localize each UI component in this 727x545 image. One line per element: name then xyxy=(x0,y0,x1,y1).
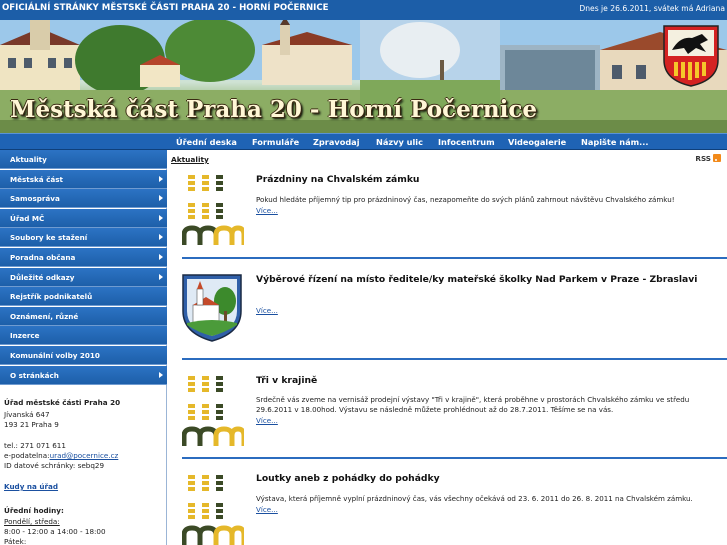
article-text: Výstava, která příjemně vyplní prázdnino… xyxy=(256,494,693,503)
sidebar-item-poradna[interactable]: Poradna občana xyxy=(0,248,167,267)
office-phone: tel.: 271 071 611 xyxy=(4,441,66,450)
sidebar-item-inzerce[interactable]: Inzerce xyxy=(0,326,167,346)
sidebar-item-soubory[interactable]: Soubory ke stažení xyxy=(0,228,167,248)
sidebar-item-label: Oznámení, různé xyxy=(10,311,79,321)
article-title[interactable]: Výběrové řízení na místo ředitele/ky mat… xyxy=(256,274,697,285)
sidebar-item-samosprava[interactable]: Samospráva xyxy=(0,189,167,209)
email-label: e-podatelna: xyxy=(4,451,50,460)
sidebar-item-label: Důležité odkazy xyxy=(10,272,75,282)
chvalsky-zamek-logo-icon xyxy=(182,475,244,545)
sidebar-item-label: Poradna občana xyxy=(10,253,76,262)
chevron-right-icon xyxy=(159,214,163,221)
chevron-right-icon xyxy=(159,371,163,378)
rss-icon xyxy=(713,154,721,162)
rss-label: RSS xyxy=(695,154,711,163)
data-box-id: ID datové schránky: sebq29 xyxy=(4,461,105,470)
article-title[interactable]: Tři v krajině xyxy=(256,375,317,386)
sidebar-item-label: Úřad MČ xyxy=(10,213,45,223)
chevron-right-icon xyxy=(159,273,163,280)
more-link[interactable]: Více... xyxy=(256,306,278,315)
date-line: Dnes je 26.6.2011, svátek má Adriana xyxy=(579,4,725,13)
article-text: Srdečně vás zveme na vernisáž prodejní v… xyxy=(256,395,690,414)
nav-infocentrum[interactable]: Infocentrum xyxy=(438,137,495,147)
banner-title: Městská část Praha 20 - Horní Počernice xyxy=(10,96,537,123)
nav-formulare[interactable]: Formuláře xyxy=(252,137,299,147)
office-name: Úřad městské části Praha 20 xyxy=(4,398,121,407)
chevron-right-icon xyxy=(159,234,163,241)
nav-videogalerie[interactable]: Videogalerie xyxy=(508,137,566,147)
city-coat-of-arms-icon xyxy=(663,25,719,87)
sidebar-item-aktuality[interactable]: Aktuality xyxy=(0,150,167,169)
directions-link[interactable]: Kudy na úřad xyxy=(4,482,58,491)
main-content: Aktuality RSS Prázdniny na Chvalském zám… xyxy=(168,150,727,545)
chevron-right-icon xyxy=(159,254,163,260)
article-divider xyxy=(182,457,727,459)
sidebar-item-rejstrik[interactable]: Rejstřík podnikatelů xyxy=(0,287,167,307)
article-title[interactable]: Loutky aneb z pohádky do pohádky xyxy=(256,473,440,484)
sidebar-item-label: Soubory ke stažení xyxy=(10,233,88,243)
header-banner: Městská část Praha 20 - Horní Počernice xyxy=(0,20,727,133)
sidebar-item-label: Samospráva xyxy=(10,194,60,204)
sidebar-item-label: O stránkách xyxy=(10,370,59,380)
sidebar-item-mestska-cast[interactable]: Městská část xyxy=(0,169,167,189)
article-divider xyxy=(182,257,727,259)
article-divider xyxy=(182,358,727,360)
sidebar-item-urad-mc[interactable]: Úřad MČ xyxy=(0,208,167,228)
coat-of-arms-icon xyxy=(182,274,242,342)
email-link[interactable]: urad@pocernice.cz xyxy=(50,451,119,460)
sidebar-item-label: Městská část xyxy=(10,174,63,184)
more-link[interactable]: Více... xyxy=(256,505,278,514)
sidebar-item-odkazy[interactable]: Důležité odkazy xyxy=(0,267,167,287)
office-street: Jívanská 647 xyxy=(4,410,50,419)
sidebar-item-oznameni[interactable]: Oznámení, různé xyxy=(0,306,167,326)
sidebar-item-label: Aktuality xyxy=(10,155,47,164)
article-text: Pokud hledáte příjemný tip pro prázdnino… xyxy=(256,195,675,204)
chevron-right-icon xyxy=(159,175,163,182)
site-title: OFICIÁLNÍ STRÁNKY MĚSTSKÉ ČÁSTI PRAHA 20… xyxy=(2,3,329,13)
more-link[interactable]: Více... xyxy=(256,416,278,425)
main-nav: Úřední deska Formuláře Zpravodaj Názvy u… xyxy=(0,133,727,150)
office-hours-title: Úřední hodiny: xyxy=(4,506,64,515)
sidebar-item-label: Komunální volby 2010 xyxy=(10,351,100,360)
office-email-row: e-podatelna:urad@pocernice.cz xyxy=(4,451,118,461)
directions-row: Kudy na úřad xyxy=(4,482,58,492)
chvalsky-zamek-logo-icon xyxy=(182,175,244,245)
top-bar: OFICIÁLNÍ STRÁNKY MĚSTSKÉ ČÁSTI PRAHA 20… xyxy=(0,0,727,20)
sidebar-item-label: Rejstřík podnikatelů xyxy=(10,292,93,302)
sidebar-item-volby[interactable]: Komunální volby 2010 xyxy=(0,346,167,365)
rss-link[interactable]: RSS xyxy=(695,154,721,163)
sidebar-item-label: Inzerce xyxy=(10,331,40,341)
office-hours-days-1: Pondělí, středa: xyxy=(4,517,60,526)
chvalsky-zamek-logo-icon xyxy=(182,376,244,446)
nav-napiste-nam[interactable]: Napište nám... xyxy=(581,137,648,147)
nav-nazvy-ulic[interactable]: Názvy ulic xyxy=(376,137,423,147)
office-city: 193 21 Praha 9 xyxy=(4,420,59,429)
office-hours-days-2: Pátek: xyxy=(4,537,27,545)
breadcrumb[interactable]: Aktuality xyxy=(171,155,209,164)
article-title[interactable]: Prázdniny na Chvalském zámku xyxy=(256,174,419,185)
nav-uredni-deska[interactable]: Úřední deska xyxy=(176,137,237,147)
more-link[interactable]: Více... xyxy=(256,206,278,215)
office-hours-1: 8:00 - 12:00 a 14:00 - 18:00 xyxy=(4,527,106,536)
nav-zpravodaj[interactable]: Zpravodaj xyxy=(313,137,360,147)
chevron-right-icon xyxy=(159,195,163,202)
sidebar-item-o-strankach[interactable]: O stránkách xyxy=(0,365,167,385)
